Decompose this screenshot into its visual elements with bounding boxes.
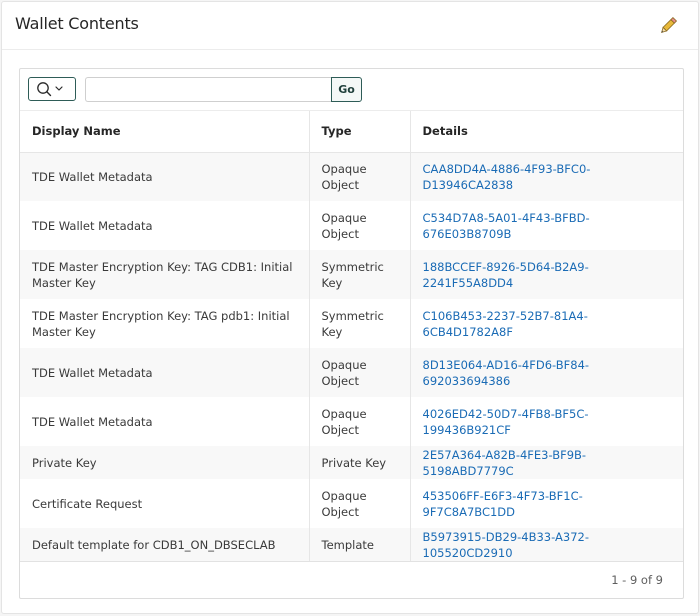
- table-row: TDE Master Encryption Key: TAG pdb1: Ini…: [20, 299, 683, 348]
- details-cell: CAA8DD4A-4886-4F93-BFC0-D13946CA2838: [410, 152, 683, 201]
- details-link[interactable]: 8D13E064-AD16-4FD6-BF84-692033694386: [423, 358, 590, 388]
- table-row: TDE Wallet Metadata Opaque Object C534D7…: [20, 201, 683, 250]
- magnifier-icon: [37, 82, 63, 97]
- details-cell: 188BCCEF-8926-5D64-B2A9-2241F55A8DD4: [410, 250, 683, 299]
- display-name-cell: Private Key: [20, 446, 310, 479]
- region-title: Wallet Contents: [15, 14, 139, 33]
- table-row: Certificate Request Opaque Object 453506…: [20, 479, 683, 528]
- details-link[interactable]: B5973915-DB29-4B33-A372-105520CD2910: [423, 530, 590, 560]
- wallet-contents-table: Display Name Type Details TDE Wallet Met…: [20, 111, 683, 561]
- type-cell: Symmetric Key: [309, 299, 411, 348]
- interactive-report: Go Display Name Type Details TDE Wallet …: [19, 68, 684, 599]
- display-name-cell: Certificate Request: [20, 479, 310, 528]
- table-row: TDE Master Encryption Key: TAG CDB1: Ini…: [20, 250, 683, 299]
- column-header-display-name[interactable]: Display Name: [20, 111, 310, 153]
- wallet-contents-region: Wallet Contents Go Display Name Type Det…: [1, 1, 699, 614]
- details-cell: 8D13E064-AD16-4FD6-BF84-692033694386: [410, 348, 683, 397]
- details-cell: C106B453-2237-52B7-81A4-6CB4D1782A8F: [410, 299, 683, 348]
- table-row: Default template for CDB1_ON_DBSECLAB Te…: [20, 528, 683, 561]
- edit-button[interactable]: [657, 15, 679, 37]
- table-row: Private Key Private Key 2E57A364-A82B-4F…: [20, 446, 683, 479]
- details-cell: 4026ED42-50D7-4FB8-BF5C-199436B921CF: [410, 397, 683, 446]
- details-cell: 453506FF-E6F3-4F73-BF1C-9F7C8A7BC1DD: [410, 479, 683, 528]
- display-name-cell: TDE Wallet Metadata: [20, 348, 310, 397]
- details-link[interactable]: C534D7A8-5A01-4F43-BFBD-676E03B8709B: [423, 211, 590, 241]
- details-link[interactable]: CAA8DD4A-4886-4F93-BFC0-D13946CA2838: [423, 162, 591, 192]
- search-column-menu-button[interactable]: [28, 77, 76, 101]
- region-header: Wallet Contents: [2, 2, 698, 50]
- pagination-range: 1 - 9 of 9: [611, 573, 663, 587]
- column-header-type[interactable]: Type: [309, 111, 411, 153]
- type-cell: Template: [309, 528, 411, 561]
- display-name-cell: TDE Wallet Metadata: [20, 201, 310, 250]
- type-cell: Symmetric Key: [309, 250, 411, 299]
- type-cell: Opaque Object: [309, 397, 411, 446]
- table-header-row: Display Name Type Details: [20, 111, 683, 153]
- details-link[interactable]: 453506FF-E6F3-4F73-BF1C-9F7C8A7BC1DD: [423, 489, 583, 519]
- details-link[interactable]: 4026ED42-50D7-4FB8-BF5C-199436B921CF: [423, 407, 589, 437]
- type-cell: Opaque Object: [309, 348, 411, 397]
- details-link[interactable]: 188BCCEF-8926-5D64-B2A9-2241F55A8DD4: [423, 260, 589, 290]
- display-name-cell: Default template for CDB1_ON_DBSECLAB: [20, 528, 310, 561]
- report-footer: 1 - 9 of 9: [20, 561, 683, 598]
- type-cell: Opaque Object: [309, 479, 411, 528]
- type-cell: Private Key: [309, 446, 411, 479]
- pencil-icon: [661, 16, 678, 33]
- display-name-cell: TDE Master Encryption Key: TAG pdb1: Ini…: [20, 299, 310, 348]
- details-link[interactable]: C106B453-2237-52B7-81A4-6CB4D1782A8F: [423, 309, 588, 339]
- search-input[interactable]: [85, 77, 333, 102]
- details-cell: B5973915-DB29-4B33-A372-105520CD2910: [410, 528, 683, 561]
- table-row: TDE Wallet Metadata Opaque Object CAA8DD…: [20, 152, 683, 201]
- details-cell: C534D7A8-5A01-4F43-BFBD-676E03B8709B: [410, 201, 683, 250]
- go-button[interactable]: Go: [331, 77, 362, 102]
- table-row: TDE Wallet Metadata Opaque Object 4026ED…: [20, 397, 683, 446]
- type-cell: Opaque Object: [309, 152, 411, 201]
- table-row: TDE Wallet Metadata Opaque Object 8D13E0…: [20, 348, 683, 397]
- display-name-cell: TDE Master Encryption Key: TAG CDB1: Ini…: [20, 250, 310, 299]
- type-cell: Opaque Object: [309, 201, 411, 250]
- column-header-details[interactable]: Details: [410, 111, 683, 153]
- details-link[interactable]: 2E57A364-A82B-4FE3-BF9B-5198ABD7779C: [423, 448, 587, 478]
- report-toolbar: Go: [20, 69, 683, 111]
- display-name-cell: TDE Wallet Metadata: [20, 152, 310, 201]
- details-cell: 2E57A364-A82B-4FE3-BF9B-5198ABD7779C: [410, 446, 683, 479]
- display-name-cell: TDE Wallet Metadata: [20, 397, 310, 446]
